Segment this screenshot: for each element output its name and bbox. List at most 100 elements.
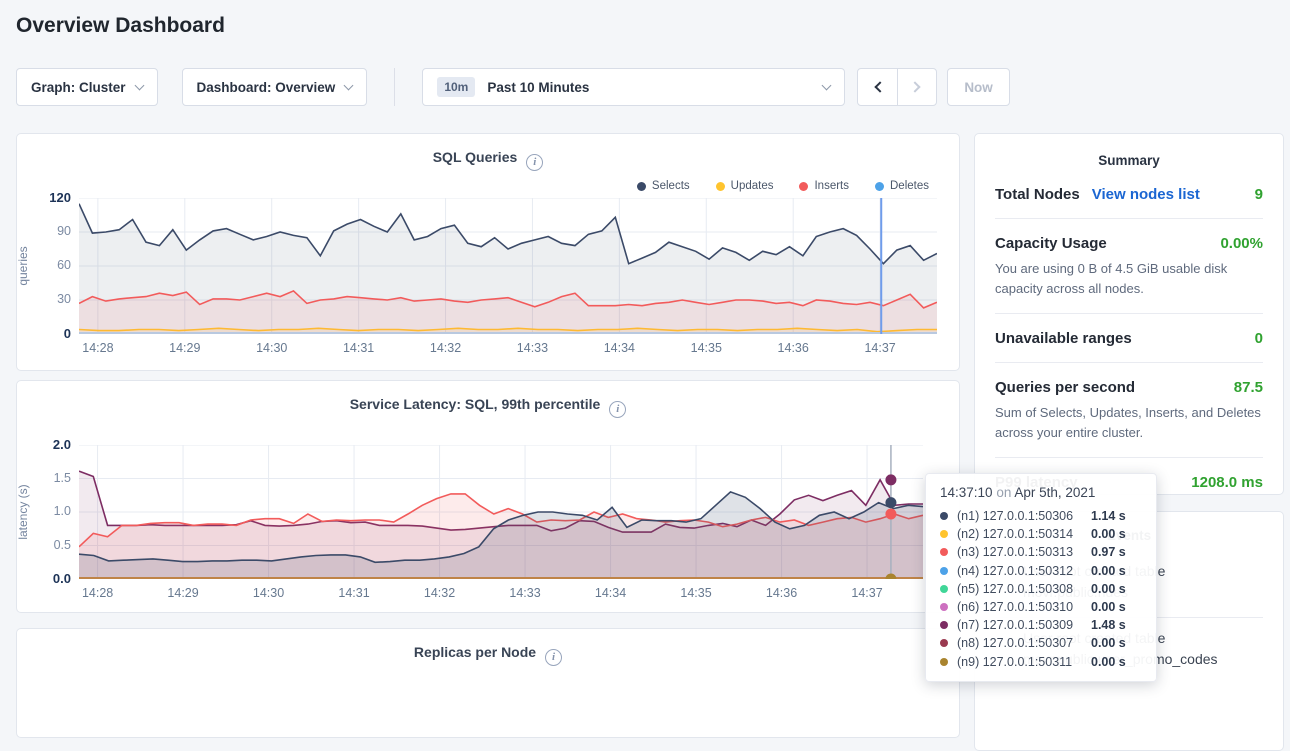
view-nodes-list-link[interactable]: View nodes list — [1092, 186, 1200, 203]
tooltip-node-label: (n6) 127.0.0.1:50310 — [957, 600, 1091, 614]
x-axis-tick: 14:30 — [239, 586, 299, 600]
legend-item: Selects — [637, 180, 690, 192]
tooltip-node-value: 0.00 s — [1091, 564, 1126, 578]
dashboard-dropdown[interactable]: Dashboard: Overview — [182, 68, 368, 106]
y-axis-tick: 0 — [29, 326, 71, 341]
toolbar: Graph: Cluster Dashboard: Overview 10m P… — [16, 68, 1010, 106]
x-axis-tick: 14:32 — [416, 341, 476, 355]
summary-value: 1208.0 ms — [1191, 474, 1263, 491]
service-latency-chart[interactable]: latency (s) 0.00.51.01.52.014:2814:2914:… — [79, 445, 923, 579]
legend-label: Selects — [652, 180, 690, 192]
x-axis-tick: 14:29 — [153, 586, 213, 600]
tooltip-node-label: (n7) 127.0.0.1:50309 — [957, 618, 1091, 632]
time-range-dropdown[interactable]: 10m Past 10 Minutes — [422, 68, 845, 106]
tooltip-node-row: (n1) 127.0.0.1:503061.14 s — [940, 507, 1142, 525]
chart-title-text: SQL Queries — [433, 149, 518, 165]
tooltip-node-value: 0.00 s — [1091, 636, 1126, 650]
y-axis-tick: 2.0 — [29, 437, 71, 452]
x-axis-tick: 14:34 — [581, 586, 641, 600]
tooltip-node-row: (n8) 127.0.0.1:503070.00 s — [940, 634, 1142, 652]
tooltip-node-row: (n4) 127.0.0.1:503120.00 s — [940, 562, 1142, 580]
series-dot-icon — [940, 530, 948, 538]
summary-row-unavailable-ranges: Unavailable ranges 0 — [995, 314, 1263, 363]
dashboard-label: Dashboard: Overview — [197, 80, 336, 95]
service-latency-panel: Service Latency: SQL, 99th percentilei l… — [16, 380, 960, 613]
x-axis-tick: 14:37 — [850, 341, 910, 355]
chevron-left-icon — [874, 81, 885, 92]
summary-title: Summary — [975, 134, 1283, 170]
chevron-down-icon — [822, 80, 832, 90]
x-axis-tick: 14:37 — [837, 586, 897, 600]
summary-label: Total Nodes — [995, 186, 1080, 203]
summary-value: 0.00% — [1220, 235, 1263, 252]
y-axis-tick: 30 — [29, 292, 71, 306]
series-dot-icon — [940, 658, 948, 666]
prev-time-button[interactable] — [858, 69, 897, 105]
time-range-badge: 10m — [437, 77, 475, 97]
tooltip-node-value: 1.14 s — [1091, 509, 1126, 523]
chart-title: SQL Queries i — [17, 149, 959, 171]
tooltip-node-label: (n5) 127.0.0.1:50308 — [957, 582, 1091, 596]
summary-description: You are using 0 B of 4.5 GiB usable disk… — [995, 259, 1263, 298]
x-axis-tick: 14:36 — [763, 341, 823, 355]
x-axis-tick: 14:36 — [752, 586, 812, 600]
summary-description: Sum of Selects, Updates, Inserts, and De… — [995, 403, 1263, 442]
series-dot-icon — [940, 548, 948, 556]
legend-item: Inserts — [799, 180, 849, 192]
next-time-button[interactable] — [897, 69, 936, 105]
tooltip-node-label: (n4) 127.0.0.1:50312 — [957, 564, 1091, 578]
page-title: Overview Dashboard — [16, 14, 225, 38]
graph-scope-label: Graph: Cluster — [31, 80, 126, 95]
legend-item: Updates — [716, 180, 774, 192]
sql-queries-panel: SQL Queries i Selects Updates Inserts Delete… — [16, 133, 960, 371]
x-axis-tick: 14:33 — [502, 341, 562, 355]
toolbar-divider — [394, 68, 395, 106]
x-axis-tick: 14:28 — [68, 341, 128, 355]
chart-hover-tooltip: 14:37:10 on Apr 5th, 2021 (n1) 127.0.0.1… — [925, 473, 1157, 682]
chart-legend: Selects Updates Inserts Deletes — [611, 180, 929, 192]
chart-title: Service Latency: SQL, 99th percentilei — [17, 396, 959, 418]
time-step-buttons — [857, 68, 937, 106]
info-icon[interactable]: i — [526, 154, 543, 171]
summary-row-qps: Queries per second 87.5 Sum of Selects, … — [995, 363, 1263, 458]
y-axis-tick: 120 — [29, 190, 71, 205]
graph-scope-dropdown[interactable]: Graph: Cluster — [16, 68, 158, 106]
legend-dot-icon — [799, 182, 808, 191]
chevron-down-icon — [134, 80, 144, 90]
tooltip-node-row: (n5) 127.0.0.1:503080.00 s — [940, 580, 1142, 598]
tooltip-node-row: (n6) 127.0.0.1:503100.00 s — [940, 598, 1142, 616]
series-dot-icon — [940, 585, 948, 593]
tooltip-node-value: 0.97 s — [1091, 545, 1126, 559]
x-axis-tick: 14:32 — [410, 586, 470, 600]
y-axis-tick: 0.0 — [29, 571, 71, 586]
tooltip-node-value: 0.00 s — [1091, 527, 1126, 541]
tooltip-node-value: 0.00 s — [1091, 600, 1126, 614]
summary-label: Queries per second — [995, 379, 1135, 396]
tooltip-node-label: (n3) 127.0.0.1:50313 — [957, 545, 1091, 559]
tooltip-node-row: (n7) 127.0.0.1:503091.48 s — [940, 616, 1142, 634]
x-axis-tick: 14:31 — [324, 586, 384, 600]
x-axis-tick: 14:30 — [242, 341, 302, 355]
legend-label: Inserts — [814, 180, 849, 192]
tooltip-node-row: (n2) 127.0.0.1:503140.00 s — [940, 525, 1142, 543]
summary-row-total-nodes: Total Nodes View nodes list 9 — [995, 170, 1263, 219]
chart-title-text: Replicas per Node — [414, 644, 536, 660]
legend-dot-icon — [637, 182, 646, 191]
tooltip-node-value: 1.48 s — [1091, 618, 1126, 632]
x-axis-tick: 14:35 — [676, 341, 736, 355]
tooltip-node-value: 0.00 s — [1091, 582, 1126, 596]
legend-label: Deletes — [890, 180, 929, 192]
now-button[interactable]: Now — [947, 68, 1010, 106]
info-icon[interactable]: i — [609, 401, 626, 418]
tooltip-node-label: (n8) 127.0.0.1:50307 — [957, 636, 1091, 650]
tooltip-node-label: (n2) 127.0.0.1:50314 — [957, 527, 1091, 541]
sql-queries-chart[interactable]: queries 030609012014:2814:2914:3014:3114… — [79, 198, 937, 334]
series-dot-icon — [940, 567, 948, 575]
x-axis-tick: 14:35 — [666, 586, 726, 600]
y-axis-tick: 1.0 — [29, 504, 71, 518]
legend-item: Deletes — [875, 180, 929, 192]
series-dot-icon — [940, 639, 948, 647]
info-icon[interactable]: i — [545, 649, 562, 666]
tooltip-node-label: (n9) 127.0.0.1:50311 — [957, 655, 1091, 669]
chevron-right-icon — [910, 81, 921, 92]
